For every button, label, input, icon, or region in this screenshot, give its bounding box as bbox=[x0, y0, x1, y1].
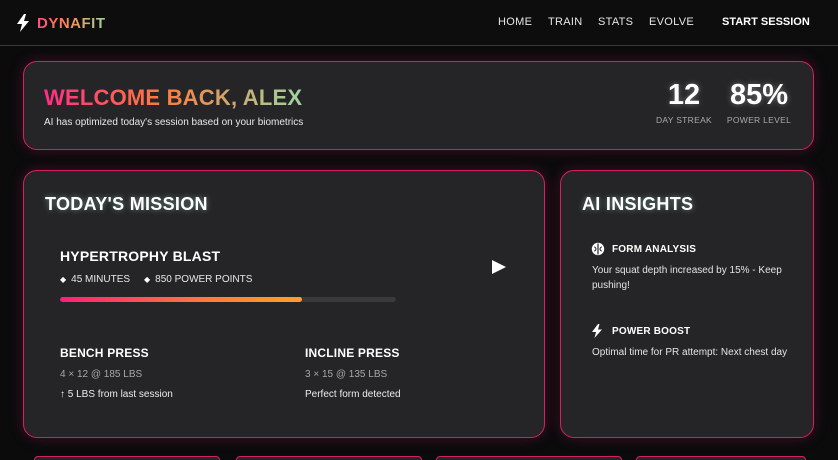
welcome-subtitle: AI has optimized today's session based o… bbox=[44, 117, 304, 128]
day-streak-label: DAY STREAK bbox=[655, 115, 713, 125]
lightning-bolt-icon bbox=[591, 324, 605, 338]
welcome-title: WELCOME BACK, ALEX bbox=[44, 85, 303, 110]
workout-points: ◆ 850 POWER POINTS bbox=[144, 274, 252, 285]
diamond-icon: ◆ bbox=[144, 275, 151, 284]
play-workout-button[interactable] bbox=[491, 259, 507, 275]
workout-progress-fill bbox=[60, 297, 302, 302]
exercise-sets: 4 × 12 @ 185 LBS bbox=[60, 369, 143, 380]
insights-title: AI INSIGHTS bbox=[582, 194, 694, 214]
mission-title: TODAY'S MISSION bbox=[45, 194, 208, 214]
welcome-card: WELCOME BACK, ALEX AI has optimized toda… bbox=[23, 61, 814, 150]
nav-link-stats[interactable]: STATS bbox=[598, 16, 633, 28]
nav-link-train[interactable]: TRAIN bbox=[548, 16, 583, 28]
workout-points-text: 850 POWER POINTS bbox=[155, 274, 253, 285]
next-card-edge bbox=[436, 456, 622, 460]
power-level-value: 85% bbox=[729, 79, 789, 111]
insight-heading-text: POWER BOOST bbox=[612, 325, 691, 337]
start-session-button[interactable]: START SESSION bbox=[722, 16, 810, 28]
day-streak-value: 12 bbox=[667, 79, 701, 111]
workout-duration: ◆ 45 MINUTES bbox=[60, 274, 130, 285]
exercise-name: INCLINE PRESS bbox=[305, 346, 400, 360]
day-streak-stat: 12 DAY STREAK bbox=[653, 79, 715, 126]
exercise-note: Perfect form detected bbox=[305, 389, 401, 400]
exercise-note: ↑ 5 LBS from last session bbox=[60, 389, 173, 400]
insight-heading-text: FORM ANALYSIS bbox=[612, 243, 697, 255]
play-icon bbox=[492, 260, 506, 274]
lightning-bolt-icon bbox=[16, 14, 30, 32]
insight-body: Your squat depth increased by 15% - Keep… bbox=[592, 265, 782, 291]
brand-logo[interactable]: DYNAFIT bbox=[16, 12, 106, 34]
power-level-stat: 85% POWER LEVEL bbox=[723, 79, 795, 126]
power-level-label: POWER LEVEL bbox=[726, 115, 792, 125]
workout-progress-bar bbox=[60, 297, 396, 302]
ai-insights-card: AI INSIGHTS FORM ANALYSIS Your squat dep… bbox=[560, 170, 814, 438]
brand-name: DYNAFIT bbox=[37, 14, 106, 32]
exercise-sets: 3 × 15 @ 135 LBS bbox=[305, 369, 388, 380]
workout-name: HYPERTROPHY BLAST bbox=[60, 248, 221, 264]
top-navigation-bar: DYNAFIT HOME TRAIN STATS EVOLVE START SE… bbox=[0, 0, 838, 46]
diamond-icon: ◆ bbox=[60, 275, 67, 284]
next-card-edge bbox=[34, 456, 220, 460]
insight-heading: FORM ANALYSIS bbox=[591, 242, 696, 256]
insight-heading: POWER BOOST bbox=[591, 324, 690, 338]
workout-duration-text: 45 MINUTES bbox=[71, 274, 131, 285]
nav-link-home[interactable]: HOME bbox=[498, 16, 532, 28]
next-card-edge bbox=[636, 456, 806, 460]
exercise-name: BENCH PRESS bbox=[60, 346, 149, 360]
nav-link-evolve[interactable]: EVOLVE bbox=[649, 16, 694, 28]
insight-body: Optimal time for PR attempt: Next chest … bbox=[592, 347, 788, 358]
todays-mission-card: TODAY'S MISSION HYPERTROPHY BLAST ◆ 45 M… bbox=[23, 170, 545, 438]
brain-icon bbox=[591, 242, 605, 256]
next-card-edge bbox=[236, 456, 422, 460]
